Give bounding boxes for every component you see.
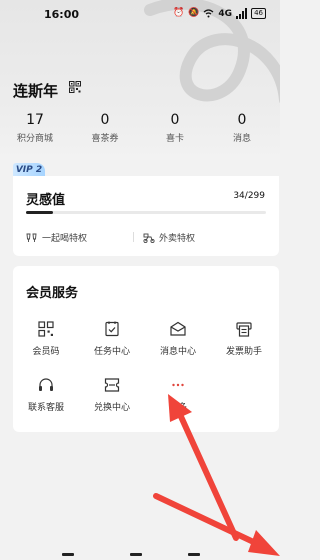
stat-label: 喜卡: [165, 134, 184, 144]
vip-card[interactable]: 灵感值 34/299 一起喝特权 外卖特权: [13, 176, 279, 256]
service-label: 联系客服: [27, 403, 64, 413]
service-more[interactable]: 更多: [145, 376, 211, 413]
more-dots-icon: [172, 383, 184, 387]
perk-delivery[interactable]: 外卖特权: [143, 231, 195, 244]
service-message-center[interactable]: 消息中心: [145, 320, 211, 357]
perk-label: 一起喝特权: [42, 234, 88, 244]
service-invoice-assistant[interactable]: 发票助手: [211, 320, 277, 357]
status-time: 16:00: [44, 8, 80, 21]
stats-row: 17 积分商城 0 喜茶券 0 喜卡 0 消息: [0, 112, 280, 152]
service-label: 任务中心: [93, 347, 130, 357]
service-contact-support[interactable]: 联系客服: [13, 376, 79, 413]
arrow-to-corner: [153, 493, 280, 556]
service-label: 更多: [168, 403, 187, 413]
delivery-scooter-icon: [143, 233, 155, 243]
headset-icon: [39, 378, 53, 391]
stat-value: 0: [237, 112, 247, 128]
stat-label: 消息: [232, 134, 251, 144]
vip-progress-fill: [26, 211, 54, 214]
mute-icon: 🔕: [188, 8, 200, 18]
stat-label: 喜茶券: [91, 134, 119, 144]
wifi-icon: [203, 8, 214, 19]
perk-divider: [133, 232, 134, 242]
stat-label: 积分商城: [16, 134, 53, 144]
alarm-icon: ⏰: [173, 8, 185, 18]
invoice-icon: [236, 322, 252, 337]
service-label: 消息中心: [159, 347, 196, 357]
service-label: 兑换中心: [93, 403, 130, 413]
stat-points-mall[interactable]: 17 积分商城: [0, 112, 70, 144]
user-name[interactable]: 连斯年: [13, 80, 58, 101]
network-type-label: 4G: [218, 8, 233, 19]
service-exchange-center[interactable]: 兑换中心: [79, 376, 145, 413]
nav-home-key[interactable]: [130, 553, 142, 556]
stat-value: 0: [100, 112, 110, 128]
status-bar: 16:00 ⏰ 🔕 4G 46: [0, 0, 280, 28]
nav-back-key[interactable]: [188, 553, 200, 556]
stat-value: 17: [26, 112, 44, 128]
navigation-bar: [0, 549, 280, 560]
status-icons: ⏰ 🔕 4G 46: [173, 8, 266, 19]
stat-cards[interactable]: 0 喜卡: [140, 112, 210, 144]
battery-indicator: 46: [251, 8, 266, 19]
member-services-title: 会员服务: [26, 286, 79, 301]
stat-messages[interactable]: 0 消息: [207, 112, 277, 144]
exchange-ticket-icon: [104, 378, 120, 392]
signal-icon: [236, 8, 248, 19]
vip-progress-bar: [26, 211, 266, 214]
message-center-icon: [170, 321, 186, 336]
service-member-code[interactable]: 会员码: [13, 320, 79, 357]
task-center-icon: [105, 321, 119, 337]
member-services-card: 会员服务 会员码 任务中心 消息中心 发票助手 联系客服 兑换中心 更多: [13, 266, 279, 432]
stat-value: 0: [170, 112, 180, 128]
member-code-icon: [38, 321, 54, 337]
service-task-center[interactable]: 任务中心: [79, 320, 145, 357]
service-label: 发票助手: [225, 347, 262, 357]
vip-progress-text: 34/299: [233, 191, 265, 201]
cheers-icon: [26, 233, 37, 242]
qr-code-icon[interactable]: [69, 81, 81, 93]
perk-drink-together[interactable]: 一起喝特权: [26, 231, 87, 244]
vip-title: 灵感值: [26, 193, 66, 208]
perk-label: 外卖特权: [159, 234, 196, 244]
nav-menu-key[interactable]: [62, 553, 74, 556]
vip-level-badge: VIP 2: [13, 163, 45, 177]
stat-coupons[interactable]: 0 喜茶券: [70, 112, 140, 144]
service-label: 会员码: [32, 347, 60, 357]
